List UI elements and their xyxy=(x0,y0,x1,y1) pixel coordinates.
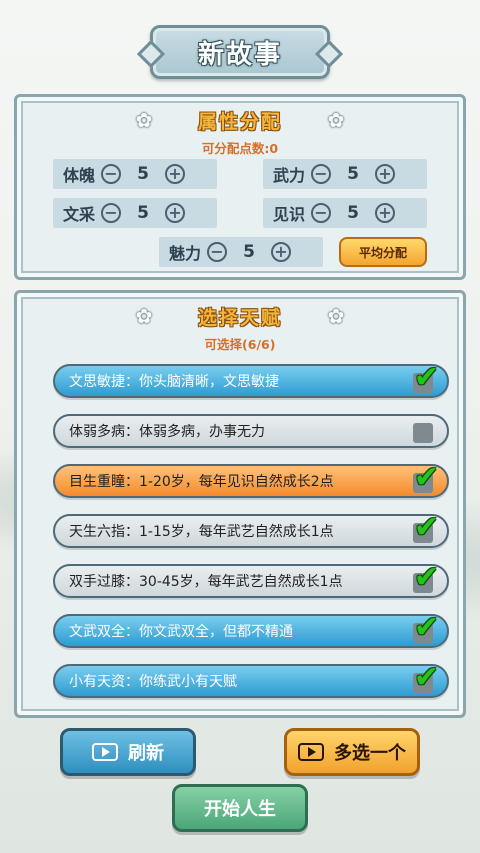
points-label: 可分配点数:0 xyxy=(201,141,279,156)
plus-button[interactable]: + xyxy=(165,203,185,223)
attr-value: 5 xyxy=(137,164,149,184)
attr-name: 体魄 xyxy=(63,166,96,185)
flower-icon: ✿ xyxy=(135,108,153,132)
select-one-more-button[interactable]: 多选一个 xyxy=(284,728,420,776)
attr-name: 文采 xyxy=(63,205,96,224)
checkbox xyxy=(413,423,433,443)
talent-option[interactable]: 小有天资：你练武小有天赋 ✔ xyxy=(53,660,449,698)
minus-button[interactable]: − xyxy=(101,164,121,184)
talent-option[interactable]: 天生六指：1-15岁，每年武艺自然成长1点 ✔ xyxy=(53,510,449,548)
minus-button[interactable]: − xyxy=(311,203,331,223)
checkmark-icon: ✔ xyxy=(413,660,439,695)
talent-option[interactable]: 文武双全：你文武双全，但都不精通 ✔ xyxy=(53,610,449,648)
attr-row-meili: 魅力 − 5 + xyxy=(159,237,323,267)
attr-row-tipo: 体魄 − 5 + xyxy=(53,159,217,189)
attribute-panel: ✿ 属性分配 ✿ 可分配点数:0 体魄 − 5 + 武力 − 5 + 文采 − … xyxy=(14,94,466,280)
plus-button[interactable]: + xyxy=(165,164,185,184)
talent-text: 双手过膝：30-45岁，每年武艺自然成长1点 xyxy=(69,574,343,590)
checkmark-icon: ✔ xyxy=(413,460,439,495)
checkmark-icon: ✔ xyxy=(413,360,439,395)
start-life-button[interactable]: 开始人生 xyxy=(172,784,308,832)
talent-text: 体弱多病：体弱多病，办事无力 xyxy=(69,424,265,440)
plus-button[interactable]: + xyxy=(375,203,395,223)
flower-icon: ✿ xyxy=(327,108,345,132)
attr-value: 5 xyxy=(243,242,255,262)
start-label: 开始人生 xyxy=(204,799,276,820)
more-label: 多选一个 xyxy=(334,743,406,764)
attr-name: 见识 xyxy=(273,205,306,224)
talent-text: 文武双全：你文武双全，但都不精通 xyxy=(69,624,293,640)
talent-text: 文思敏捷：你头脑清晰，文思敏捷 xyxy=(69,374,279,390)
checkmark-icon: ✔ xyxy=(413,560,439,595)
attribute-title: 属性分配 xyxy=(197,110,282,133)
attr-row-jianshi: 见识 − 5 + xyxy=(263,198,427,228)
talent-header: ✿ 选择天赋 ✿ xyxy=(17,301,463,331)
refresh-label: 刷新 xyxy=(128,743,164,764)
flower-icon: ✿ xyxy=(135,304,153,328)
attr-row-wencai: 文采 − 5 + xyxy=(53,198,217,228)
minus-button[interactable]: − xyxy=(207,242,227,262)
average-distribute-button[interactable]: 平均分配 xyxy=(339,237,427,267)
talent-option[interactable]: 体弱多病：体弱多病，办事无力 xyxy=(53,414,449,448)
video-icon xyxy=(92,743,118,761)
plus-button[interactable]: + xyxy=(271,242,291,262)
talent-option[interactable]: 双手过膝：30-45岁，每年武艺自然成长1点 ✔ xyxy=(53,560,449,598)
talent-text: 天生六指：1-15岁，每年武艺自然成长1点 xyxy=(69,524,334,540)
attr-value: 5 xyxy=(347,164,359,184)
talent-option[interactable]: 目生重瞳：1-20岁，每年见识自然成长2点 ✔ xyxy=(53,460,449,498)
attribute-header: ✿ 属性分配 ✿ xyxy=(17,105,463,135)
talent-option[interactable]: 文思敏捷：你头脑清晰，文思敏捷 ✔ xyxy=(53,360,449,398)
attr-value: 5 xyxy=(347,203,359,223)
flower-icon: ✿ xyxy=(327,304,345,328)
attr-name: 魅力 xyxy=(169,244,202,263)
checkmark-icon: ✔ xyxy=(413,610,439,645)
refresh-button[interactable]: 刷新 xyxy=(60,728,196,776)
talent-text: 目生重瞳：1-20岁，每年见识自然成长2点 xyxy=(69,474,334,490)
checkmark-icon: ✔ xyxy=(413,510,439,545)
plus-button[interactable]: + xyxy=(375,164,395,184)
attr-name: 武力 xyxy=(273,166,306,185)
minus-button[interactable]: − xyxy=(311,164,331,184)
title-plaque: 新故事 xyxy=(150,25,330,79)
attr-row-wuli: 武力 − 5 + xyxy=(263,159,427,189)
minus-button[interactable]: − xyxy=(101,203,121,223)
video-icon xyxy=(298,743,324,761)
selectable-label: 可选择(6/6) xyxy=(204,337,276,352)
attr-value: 5 xyxy=(137,203,149,223)
page-title: 新故事 xyxy=(197,39,282,70)
talent-title: 选择天赋 xyxy=(197,306,282,329)
talent-text: 小有天资：你练武小有天赋 xyxy=(69,674,237,690)
talent-panel: ✿ 选择天赋 ✿ 可选择(6/6) 文思敏捷：你头脑清晰，文思敏捷 ✔ 体弱多病… xyxy=(14,290,466,718)
